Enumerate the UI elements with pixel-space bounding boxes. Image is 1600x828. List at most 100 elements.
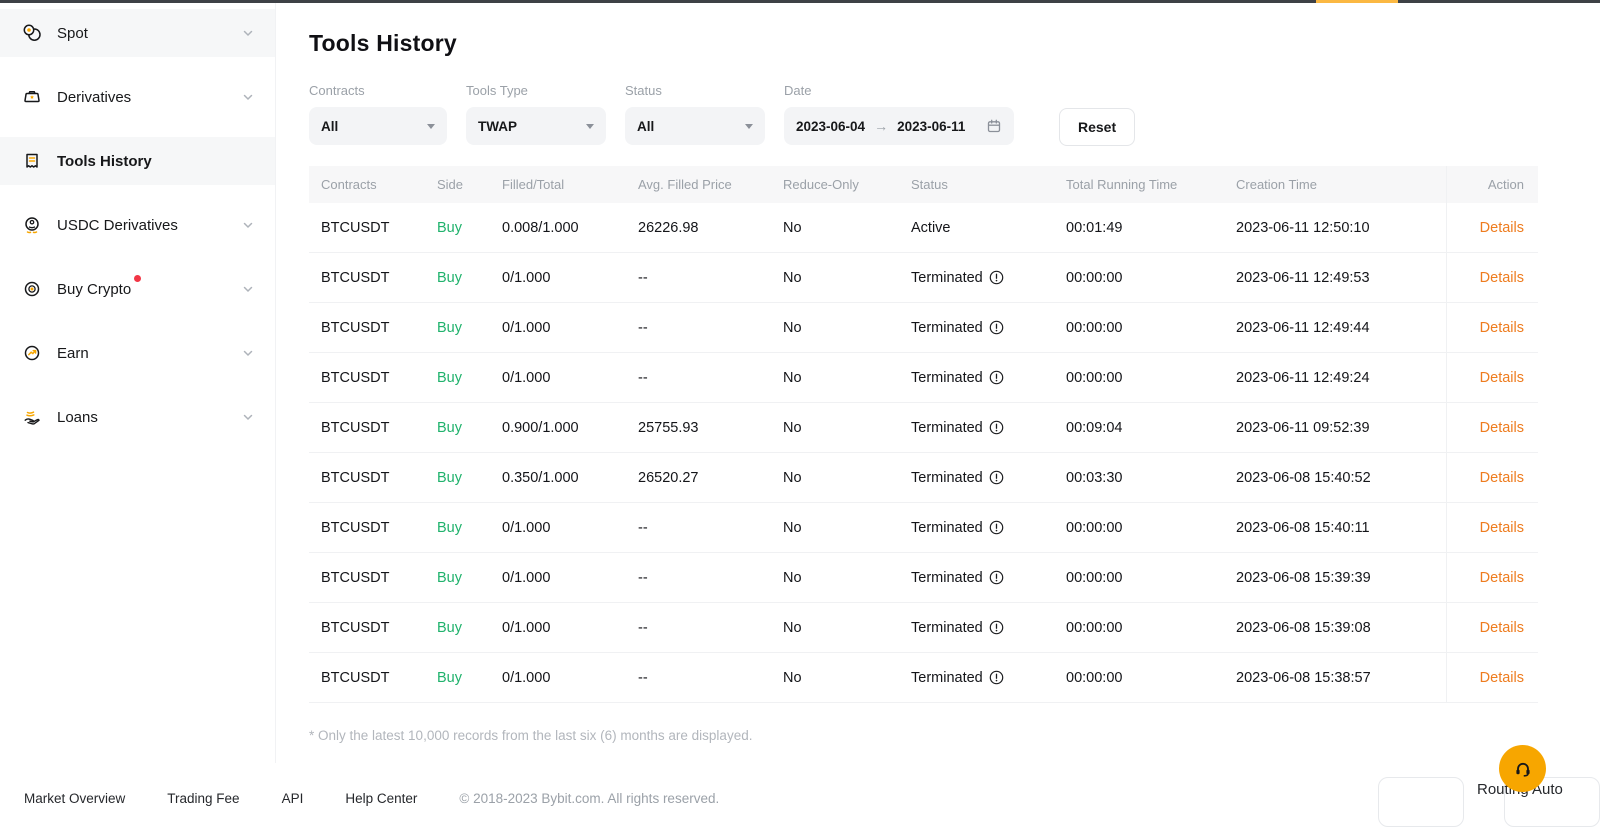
details-link[interactable]: Details: [1480, 420, 1524, 436]
cell-reduce-only: No: [783, 520, 911, 536]
filter-date: Date 2023-06-04 → 2023-06-11: [784, 83, 1014, 145]
cell-filled-total: 0.008/1.000: [502, 220, 638, 236]
filter-bar: Contracts All Tools Type TWAP Status All…: [309, 83, 1600, 146]
cell-avg-filled-price: 25755.93: [638, 420, 783, 436]
details-link[interactable]: Details: [1480, 620, 1524, 636]
details-link[interactable]: Details: [1480, 670, 1524, 686]
details-link[interactable]: Details: [1480, 320, 1524, 336]
cell-total-running-time: 00:00:00: [1066, 520, 1236, 536]
cell-avg-filled-price: --: [638, 270, 783, 286]
sidebar-item-loans[interactable]: Loans: [0, 393, 275, 441]
cell-total-running-time: 00:00:00: [1066, 370, 1236, 386]
details-link[interactable]: Details: [1480, 520, 1524, 536]
table-row: BTCUSDT Buy 0/1.000 -- No Terminated 00:…: [309, 653, 1538, 703]
info-icon[interactable]: [989, 670, 1004, 685]
reset-button[interactable]: Reset: [1059, 108, 1135, 146]
table-row: BTCUSDT Buy 0/1.000 -- No Terminated 00:…: [309, 303, 1538, 353]
contracts-select[interactable]: All: [309, 107, 447, 145]
sidebar-item-usdc-derivatives[interactable]: USDC Derivatives: [0, 201, 275, 249]
cell-action: Details: [1446, 453, 1538, 502]
sidebar-item-label: Tools History: [57, 153, 152, 170]
cell-contracts: BTCUSDT: [309, 620, 437, 636]
chevron-down-icon: [241, 26, 255, 40]
footer-link-market-overview[interactable]: Market Overview: [24, 791, 125, 806]
cell-action: Details: [1446, 403, 1538, 452]
info-icon[interactable]: [989, 570, 1004, 585]
filter-date-label: Date: [784, 83, 1014, 98]
cell-reduce-only: No: [783, 270, 911, 286]
cell-creation-time: 2023-06-11 09:52:39: [1236, 420, 1446, 436]
sidebar-item-earn[interactable]: Earn: [0, 329, 275, 377]
cell-reduce-only: No: [783, 620, 911, 636]
cell-contracts: BTCUSDT: [309, 220, 437, 236]
sidebar-item-tools-history[interactable]: Tools History: [0, 137, 275, 185]
cell-contracts: BTCUSDT: [309, 420, 437, 436]
cell-creation-time: 2023-06-08 15:38:57: [1236, 670, 1446, 686]
filter-contracts: Contracts All: [309, 83, 447, 145]
cell-side: Buy: [437, 520, 502, 536]
cell-side: Buy: [437, 220, 502, 236]
cell-creation-time: 2023-06-08 15:39:08: [1236, 620, 1446, 636]
cell-total-running-time: 00:00:00: [1066, 570, 1236, 586]
derivatives-icon: [22, 87, 42, 107]
cell-creation-time: 2023-06-08 15:40:11: [1236, 520, 1446, 536]
usdc-derivatives-icon: [22, 215, 42, 235]
column-header-status: Status: [911, 177, 1066, 192]
customer-support-button[interactable]: [1499, 745, 1546, 792]
table-header-row: Contracts Side Filled/Total Avg. Filled …: [309, 166, 1538, 203]
sidebar-item-buy-crypto[interactable]: Buy Crypto: [0, 265, 275, 313]
cell-contracts: BTCUSDT: [309, 320, 437, 336]
footer-link-api[interactable]: API: [282, 791, 304, 806]
footer-link-help-center[interactable]: Help Center: [345, 791, 417, 806]
caret-down-icon: [745, 124, 753, 129]
table-row: BTCUSDT Buy 0.350/1.000 26520.27 No Term…: [309, 453, 1538, 503]
cell-contracts: BTCUSDT: [309, 370, 437, 386]
cell-action: Details: [1446, 503, 1538, 552]
cell-status: Terminated: [911, 570, 1066, 586]
date-end-value: 2023-06-11: [897, 119, 965, 134]
details-link[interactable]: Details: [1480, 470, 1524, 486]
filter-status: Status All: [625, 83, 765, 145]
status-text: Terminated: [911, 620, 983, 636]
info-icon[interactable]: [989, 370, 1004, 385]
cell-status: Terminated: [911, 670, 1066, 686]
status-selected-value: All: [637, 119, 654, 134]
info-icon[interactable]: [989, 470, 1004, 485]
cell-total-running-time: 00:09:04: [1066, 420, 1236, 436]
tools-type-select[interactable]: TWAP: [466, 107, 606, 145]
table-row: BTCUSDT Buy 0.008/1.000 26226.98 No Acti…: [309, 203, 1538, 253]
tools-history-table: Contracts Side Filled/Total Avg. Filled …: [309, 166, 1538, 703]
info-icon[interactable]: [989, 420, 1004, 435]
contracts-selected-value: All: [321, 119, 338, 134]
cell-status: Terminated: [911, 270, 1066, 286]
cell-action: Details: [1446, 603, 1538, 652]
details-link[interactable]: Details: [1480, 270, 1524, 286]
cell-filled-total: 0/1.000: [502, 670, 638, 686]
sidebar-item-label: Spot: [57, 25, 88, 42]
column-header-total-running-time: Total Running Time: [1066, 177, 1236, 192]
cell-filled-total: 0/1.000: [502, 270, 638, 286]
status-text: Terminated: [911, 670, 983, 686]
column-header-action: Action: [1446, 166, 1538, 203]
info-icon[interactable]: [989, 620, 1004, 635]
status-select[interactable]: All: [625, 107, 765, 145]
details-link[interactable]: Details: [1480, 370, 1524, 386]
info-icon[interactable]: [989, 320, 1004, 335]
footer-link-trading-fee[interactable]: Trading Fee: [167, 791, 239, 806]
info-icon[interactable]: [989, 270, 1004, 285]
status-text: Terminated: [911, 270, 983, 286]
date-range-picker[interactable]: 2023-06-04 → 2023-06-11: [784, 107, 1014, 145]
info-icon[interactable]: [989, 520, 1004, 535]
details-link[interactable]: Details: [1480, 570, 1524, 586]
cell-avg-filled-price: --: [638, 520, 783, 536]
sidebar-item-label: Buy Crypto: [57, 281, 131, 298]
cell-avg-filled-price: 26226.98: [638, 220, 783, 236]
cell-avg-filled-price: --: [638, 620, 783, 636]
cell-action: Details: [1446, 253, 1538, 302]
cell-creation-time: 2023-06-11 12:49:44: [1236, 320, 1446, 336]
sidebar-item-spot[interactable]: Spot: [0, 9, 275, 57]
partial-button-outline-left[interactable]: [1378, 777, 1464, 827]
details-link[interactable]: Details: [1480, 220, 1524, 236]
sidebar-item-derivatives[interactable]: Derivatives: [0, 73, 275, 121]
main-content: Tools History Contracts All Tools Type T…: [277, 3, 1600, 828]
